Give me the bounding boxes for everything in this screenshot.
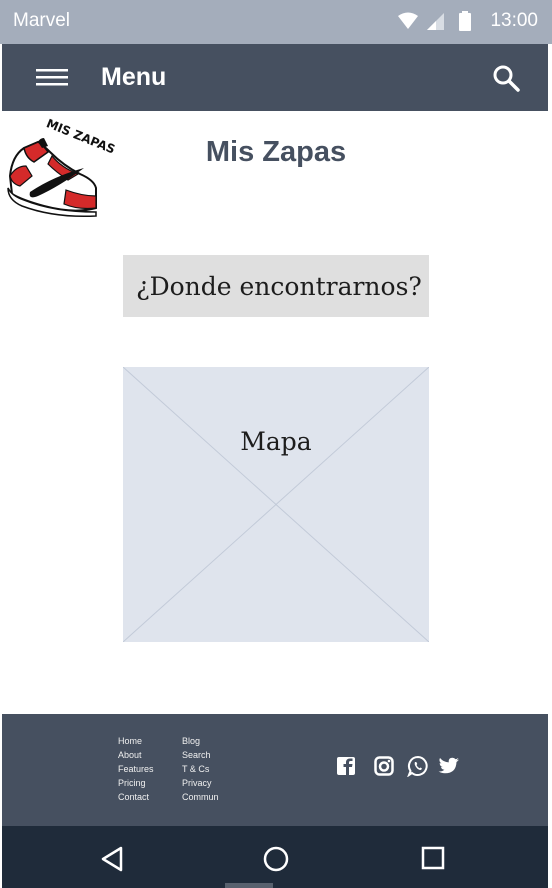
find-us-button[interactable]: ¿Donde encontrarnos? (123, 255, 429, 317)
status-carrier: Marvel (13, 10, 71, 31)
footer-link-contact[interactable]: Contact (118, 792, 149, 802)
hamburger-menu-icon[interactable] (36, 68, 68, 88)
footer-link-search[interactable]: Search (182, 750, 211, 760)
footer-link-about[interactable]: About (118, 750, 142, 760)
gesture-handle (225, 883, 273, 888)
map-label: Mapa (240, 427, 312, 456)
footer-link-blog[interactable]: Blog (182, 736, 200, 746)
whatsapp-icon[interactable] (407, 755, 429, 777)
footer-link-privacy[interactable]: Privacy (182, 778, 212, 788)
status-bar: Marvel 13:00 (0, 0, 552, 44)
home-icon[interactable] (263, 846, 289, 872)
footer-link-pricing[interactable]: Pricing (118, 778, 146, 788)
footer: Home About Features Pricing Contact Blog… (2, 714, 548, 826)
back-icon[interactable] (100, 846, 124, 872)
page-title: Mis Zapas (205, 136, 347, 168)
instagram-icon[interactable] (374, 756, 394, 776)
nav-bar (2, 826, 548, 888)
recents-icon[interactable] (421, 846, 445, 870)
footer-link-community[interactable]: Commun (182, 792, 219, 802)
search-icon[interactable] (492, 64, 520, 92)
signal-icon (427, 13, 444, 30)
battery-icon (459, 11, 471, 31)
app-bar: Menu (2, 44, 548, 111)
wifi-icon (398, 12, 418, 29)
app-bar-title: Menu (101, 63, 167, 91)
facebook-icon[interactable] (336, 756, 356, 776)
footer-link-home[interactable]: Home (118, 736, 142, 746)
map-placeholder[interactable]: Mapa (123, 367, 429, 642)
map-placeholder-cross (123, 367, 429, 642)
twitter-icon[interactable] (438, 756, 460, 776)
status-time: 13:00 (490, 10, 538, 31)
footer-link-features[interactable]: Features (118, 764, 154, 774)
footer-link-terms[interactable]: T & Cs (182, 764, 209, 774)
